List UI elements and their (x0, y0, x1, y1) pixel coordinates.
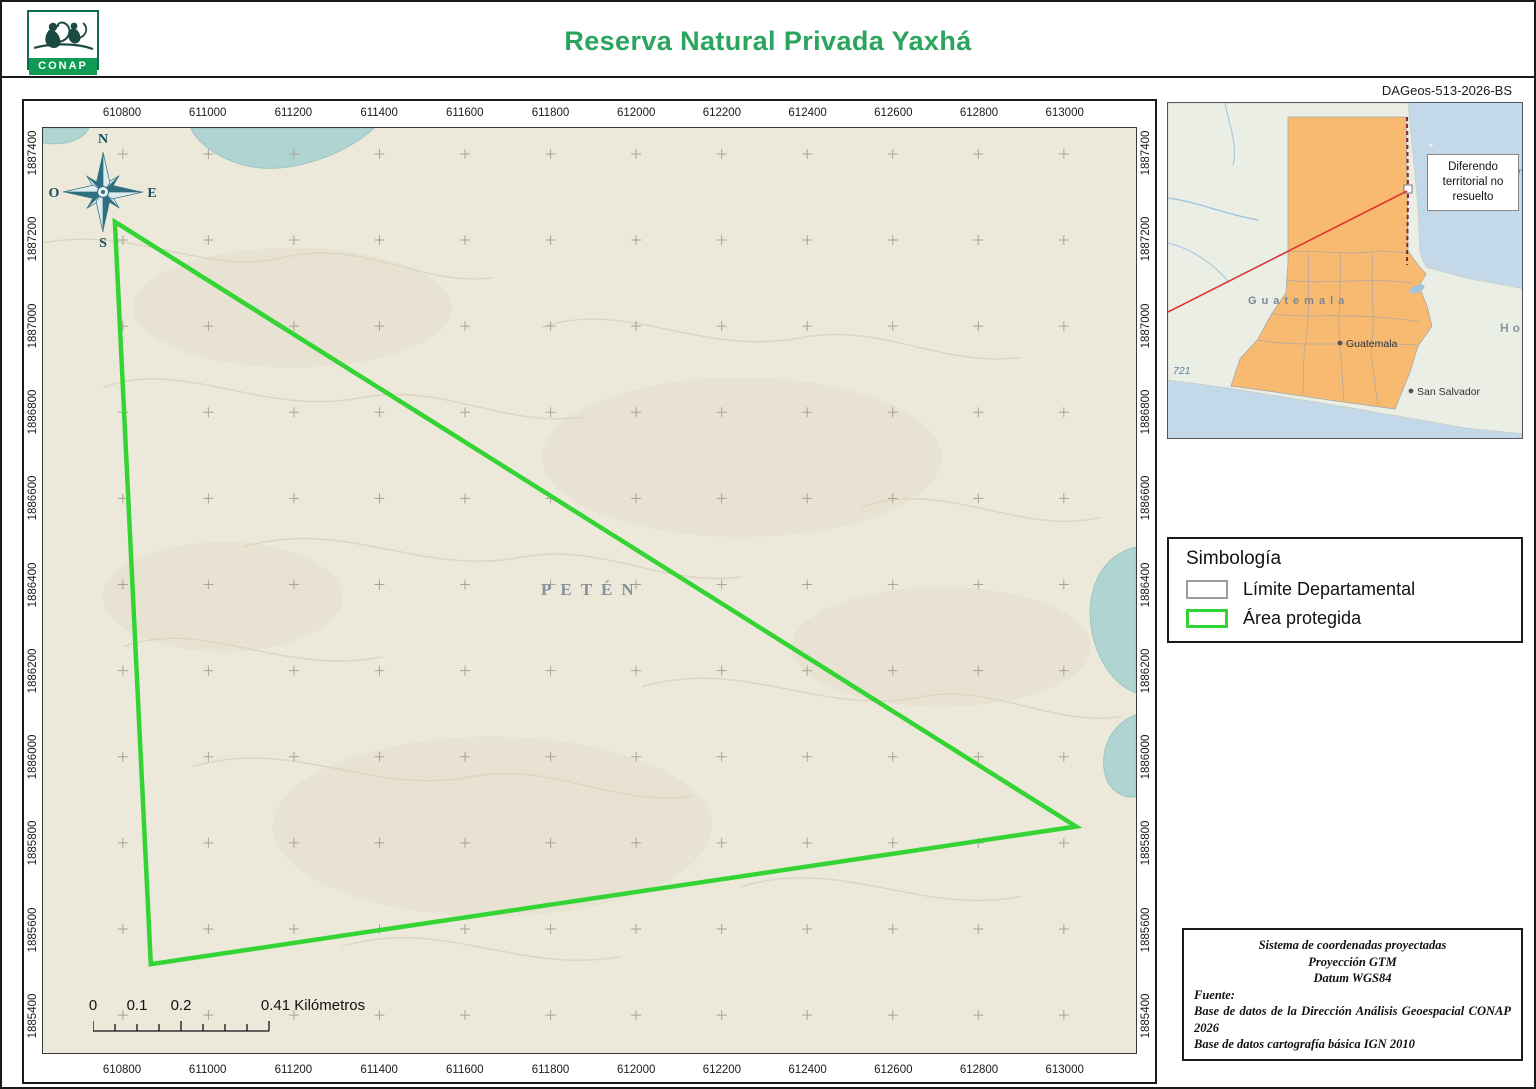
legend-item-label: Área protegida (1243, 608, 1361, 629)
inset-capital-label: Guatemala (1346, 338, 1398, 350)
grid-coordinate-label: 611400 (360, 107, 398, 119)
grid-coordinate-label: 610800 (103, 107, 141, 119)
page-title: Reserva Natural Privada Yaxhá (2, 26, 1534, 57)
grid-coordinate-label: 611800 (532, 1064, 570, 1076)
legend-item-label: Límite Departamental (1243, 579, 1415, 600)
legend-title: Simbología (1186, 548, 1504, 570)
grid-coordinate-label: 1886600 (27, 476, 39, 521)
grid-coordinate-label: 1885800 (1140, 821, 1152, 866)
grid-coordinate-label: 1887200 (1140, 217, 1152, 262)
grid-coordinate-label: 612000 (617, 107, 655, 119)
coordinate-system-line: Sistema de coordenadas proyectadas (1194, 937, 1511, 954)
grid-coordinate-label: 612800 (960, 107, 998, 119)
grid-coordinate-label: 613000 (1046, 107, 1084, 119)
grid-coordinate-label: 1886400 (1140, 562, 1152, 607)
protected-area-swatch (1186, 609, 1228, 628)
inset-sheet-label: 721 (1173, 365, 1191, 377)
grid-coordinate-label: 611600 (446, 1064, 484, 1076)
grid-coordinate-label: 612600 (874, 1064, 912, 1076)
locator-inset-map: Golfo de Honduras Guatemala Guatemala Sa… (1167, 102, 1523, 439)
projection-line: Proyección GTM (1194, 954, 1511, 971)
grid-coordinate-label: 1886200 (27, 648, 39, 693)
inset-country-label: Guatemala (1248, 295, 1349, 307)
region-label: PETÉN (541, 580, 643, 600)
legend-item-protected: Área protegida (1186, 608, 1504, 629)
grid-coordinate-label: 612200 (703, 107, 741, 119)
grid-coordinate-label: 1887000 (1140, 303, 1152, 348)
grid-coordinate-label: 1885600 (1140, 907, 1152, 952)
grid-coordinate-label: 612800 (960, 1064, 998, 1076)
source-line-2: Base de datos cartografía básica IGN 201… (1194, 1036, 1511, 1053)
grid-coordinate-label: 1885800 (27, 821, 39, 866)
compass-rose-icon: N S E O (48, 130, 158, 250)
scale-label: 0.1 (127, 997, 148, 1014)
datum-line: Datum WGS84 (1194, 970, 1511, 987)
map-document: CONAP Reserva Natural Privada Yaxhá DAGe… (0, 0, 1536, 1089)
grid-coordinate-label: 1887400 (27, 131, 39, 176)
scale-bar-ruler (93, 1019, 283, 1035)
grid-coordinate-label: 611200 (275, 107, 313, 119)
scale-label: 0.41 Kilómetros (261, 997, 365, 1014)
inset-san-salvador-label: San Salvador (1417, 386, 1481, 398)
source-line-1: Base de datos de la Dirección Análisis G… (1194, 1003, 1511, 1036)
inset-honduras-label: Honduras (1500, 321, 1523, 335)
grid-coordinate-label: 612000 (617, 1064, 655, 1076)
grid-coordinate-label: 1886000 (27, 735, 39, 780)
source-label: Fuente: (1194, 987, 1511, 1004)
grid-coordinate-label: 1886800 (27, 390, 39, 435)
scale-bar: 0 0.1 0.2 0.41 Kilómetros (43, 997, 473, 1043)
grid-coordinate-label: 610800 (103, 1064, 141, 1076)
map-info-box: Sistema de coordenadas proyectadas Proye… (1182, 928, 1523, 1061)
axis-top: 610800 611000 611200 611400 611600 611800 6120… (42, 101, 1137, 125)
grid-coordinate-label: 1887200 (27, 217, 39, 262)
grid-coordinate-label: 1887000 (27, 303, 39, 348)
grid-coordinate-label: 611400 (360, 1064, 398, 1076)
grid-coordinate-label: 1885400 (27, 994, 39, 1039)
grid-coordinate-label: 611800 (532, 107, 570, 119)
grid-coordinate-label: 612400 (788, 107, 826, 119)
axis-bottom: 610800 611000 611200 611400 611600 611800 6120… (42, 1058, 1137, 1082)
axis-left: 1887400 1887200 1887000 1886800 1886600 18864… (24, 127, 42, 1054)
compass-north-label: N (98, 132, 108, 147)
legend-item-departmental: Límite Departamental (1186, 579, 1504, 600)
grid-coordinate-label: 1887400 (1140, 131, 1152, 176)
document-id: DAGeos-513-2026-BS (1382, 83, 1512, 98)
grid-coordinate-label: 612600 (874, 107, 912, 119)
inset-island (1429, 143, 1433, 147)
grid-coordinate-label: 612400 (788, 1064, 826, 1076)
grid-coordinate-label: 1886400 (27, 562, 39, 607)
scale-label: 0 (89, 997, 97, 1014)
grid-coordinate-label: 1885600 (27, 907, 39, 952)
inset-san-salvador-dot (1409, 389, 1414, 394)
conap-logo-text: CONAP (29, 58, 97, 75)
scale-label: 0.2 (171, 997, 192, 1014)
grid-coordinate-label: 612200 (703, 1064, 741, 1076)
compass-south-label: S (99, 236, 107, 250)
disputed-territory-note: Diferendo territorial no resuelto (1427, 154, 1519, 211)
compass-east-label: E (147, 186, 156, 201)
grid-coordinate-label: 611000 (189, 107, 227, 119)
legend: Simbología Límite Departamental Área pro… (1167, 537, 1523, 643)
grid-coordinate-label: 1886800 (1140, 390, 1152, 435)
grid-coordinate-label: 611600 (446, 107, 484, 119)
grid-coordinate-label: 613000 (1046, 1064, 1084, 1076)
header: CONAP Reserva Natural Privada Yaxhá (2, 2, 1534, 78)
grid-coordinate-label: 1885400 (1140, 994, 1152, 1039)
grid-coordinate-label: 1886000 (1140, 735, 1152, 780)
grid-coordinate-label: 611000 (189, 1064, 227, 1076)
map-frame: 610800 611000 611200 611400 611600 611800 6120… (22, 99, 1157, 1084)
departmental-boundary-swatch (1186, 580, 1228, 599)
grid-coordinate-label: 1886600 (1140, 476, 1152, 521)
grid-coordinate-label: 1886200 (1140, 648, 1152, 693)
axis-right: 1887400 1887200 1887000 1886800 1886600 18864… (1137, 127, 1155, 1054)
map-canvas: N S E O PETÉN 0 0.1 0.2 0.41 Kilómetros (42, 127, 1137, 1054)
compass-west-label: O (49, 186, 60, 201)
inset-capital-dot (1338, 341, 1343, 346)
grid-coordinate-label: 611200 (275, 1064, 313, 1076)
